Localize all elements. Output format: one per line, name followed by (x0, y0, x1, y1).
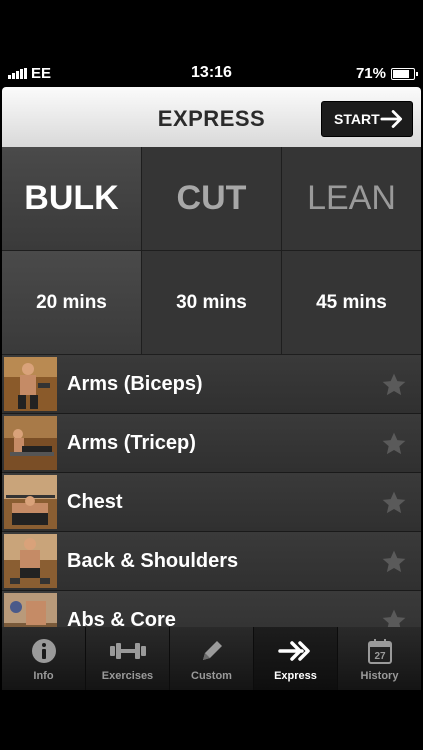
duration-30[interactable]: 30 mins (142, 251, 282, 355)
list-item[interactable]: Arms (Tricep) (2, 414, 421, 473)
exercise-thumbnail (4, 357, 57, 411)
type-label: LEAN (307, 179, 396, 217)
dumbbell-icon (109, 643, 146, 659)
pencil-icon (202, 641, 222, 660)
star-icon[interactable] (381, 431, 407, 457)
battery-icon (391, 67, 418, 80)
exercise-label: Abs & Core (67, 609, 176, 627)
exercise-thumbnail (4, 593, 57, 627)
status-bar: EE 13:16 71% (0, 62, 423, 86)
duration-label: 20 mins (36, 291, 107, 313)
list-item[interactable]: Chest (2, 473, 421, 532)
battery-percent: 71% (355, 65, 386, 82)
duration-45[interactable]: 45 mins (282, 251, 421, 355)
tab-bar: Info Exercises Custom Express 27 History (2, 627, 421, 690)
tab-exercises[interactable]: Exercises (86, 627, 170, 690)
list-item[interactable]: Abs & Core (2, 591, 421, 627)
list-item[interactable]: Arms (Biceps) (2, 355, 421, 414)
type-bulk[interactable]: BULK (2, 147, 142, 251)
exercise-list[interactable]: Arms (Biceps) Arms (Tricep) Chest Back &… (2, 355, 421, 627)
calendar-day: 27 (374, 651, 386, 662)
duration-label: 45 mins (316, 291, 387, 313)
exercise-label: Arms (Tricep) (67, 432, 196, 454)
tab-custom[interactable]: Custom (170, 627, 254, 690)
tab-label: Info (33, 670, 54, 682)
start-label: START (334, 111, 380, 127)
exercise-label: Chest (67, 491, 123, 513)
calendar-icon: 27 (367, 639, 392, 664)
star-icon[interactable] (381, 372, 407, 398)
info-icon (31, 639, 56, 663)
exercise-thumbnail (4, 475, 57, 529)
tab-label: Exercises (101, 670, 154, 682)
tab-label: Custom (191, 670, 232, 682)
start-button[interactable]: START (321, 101, 413, 137)
tab-info[interactable]: Info (2, 627, 86, 690)
type-cut[interactable]: CUT (142, 147, 282, 251)
tab-history[interactable]: 27 History (338, 627, 421, 690)
navigation-bar: EXPRESS START (2, 87, 421, 147)
exercise-thumbnail (4, 534, 57, 588)
duration-20[interactable]: 20 mins (2, 251, 142, 355)
arrow-right-icon (380, 110, 402, 128)
exercise-label: Arms (Biceps) (67, 373, 203, 395)
battery-status: 71% (355, 65, 418, 82)
list-item[interactable]: Back & Shoulders (2, 532, 421, 591)
star-icon[interactable] (381, 490, 407, 516)
type-lean[interactable]: LEAN (282, 147, 421, 251)
exercise-label: Back & Shoulders (67, 550, 239, 572)
duration-label: 30 mins (176, 291, 247, 313)
tab-label: Express (274, 670, 317, 682)
workout-options-grid: BULK CUT LEAN 20 mins 30 mins 45 mins (2, 147, 421, 355)
tab-express[interactable]: Express (254, 627, 338, 690)
double-arrow-icon (277, 641, 310, 661)
type-label: BULK (24, 179, 119, 217)
star-icon[interactable] (381, 549, 407, 575)
tab-label: History (360, 670, 399, 682)
type-label: CUT (176, 179, 247, 217)
star-icon[interactable] (381, 608, 407, 627)
exercise-thumbnail (4, 416, 57, 470)
